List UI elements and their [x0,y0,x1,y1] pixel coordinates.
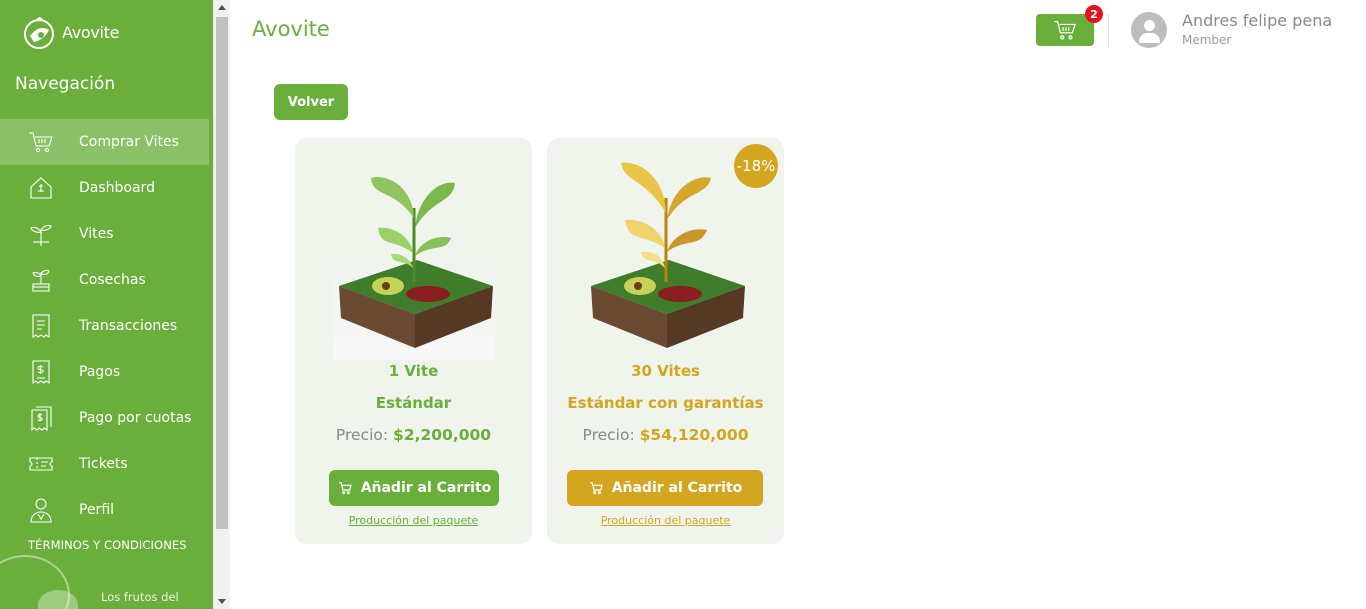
sidebar-item-label: Dashboard [79,180,155,196]
receipts-stack-icon [26,403,56,433]
vite-plant-image [333,177,495,360]
discount-badge: -18% [734,144,778,188]
sidebar-item-perfil[interactable]: Perfil [0,487,213,533]
house-icon [26,173,56,203]
product-price: $2,200,000 [393,426,492,444]
avatar[interactable] [1131,12,1167,48]
sidebar-item-cosechas[interactable]: Cosechas [0,257,213,303]
sprout-icon [26,219,56,249]
scroll-up-arrow-icon[interactable] [218,5,226,10]
add-to-cart-button[interactable]: Añadir al Carrito [329,470,499,506]
package-production-link[interactable]: Producción del paquete [547,514,784,527]
package-production-link[interactable]: Producción del paquete [295,514,532,527]
product-price-line: Precio: $54,120,000 [547,426,784,444]
decorative-leaf-fill [38,590,78,609]
harvest-icon [26,265,56,295]
sidebar-item-label: Vites [79,226,114,242]
ticket-icon [26,449,56,479]
price-label: Precio: [335,426,389,444]
product-price: $54,120,000 [639,426,749,444]
sidebar-item-label: Tickets [79,456,128,472]
header-divider [1108,14,1109,46]
nav-title: Navegación [15,74,116,94]
cart-icon [26,127,56,157]
price-label: Precio: [582,426,635,444]
product-card: 1 Vite Estándar Precio: $2,200,000 Añadi… [295,138,532,544]
terms-link[interactable]: TÉRMINOS Y CONDICIONES [28,538,187,552]
add-to-cart-button[interactable]: Añadir al Carrito [567,470,763,506]
cart-icon [1053,21,1076,40]
product-card: -18% 30 Vites Estándar con garantías Pre… [547,138,784,544]
vite-gold-plant-image [591,162,745,348]
product-quantity: 1 Vite [388,362,439,380]
sidebar-item-pagos[interactable]: Pagos [0,349,213,395]
product-type: Estándar con garantías [567,394,764,412]
avatar-body [1139,33,1160,43]
sidebar-item-dashboard[interactable]: Dashboard [0,165,213,211]
sidebar-item-vites[interactable]: Vites [0,211,213,257]
page-title: Avovite [252,17,330,41]
logo[interactable]: Avovite [22,12,120,52]
sidebar-scrollbar[interactable] [213,0,230,609]
sidebar-item-label: Transacciones [79,318,178,334]
user-name[interactable]: Andres felipe pena [1182,11,1332,30]
sidebar-tagline: Los frutos del [101,590,179,604]
sidebar-item-label: Comprar Vites [79,134,179,150]
product-quantity: 30 Vites [631,362,700,380]
cart-icon [589,482,603,495]
cart-count-badge: 2 [1085,5,1103,23]
add-to-cart-label: Añadir al Carrito [360,480,492,496]
cart-icon [338,482,352,495]
scroll-down-arrow-icon[interactable] [218,599,226,604]
sidebar-item-tickets[interactable]: Tickets [0,441,213,487]
product-price-line: Precio: $2,200,000 [295,426,532,444]
receipt-dollar-icon [26,357,56,387]
add-to-cart-label: Añadir al Carrito [611,480,743,496]
logo-text: Avovite [62,22,120,42]
nav-list: Comprar Vites Dashboard Vites Cosechas T… [0,119,213,533]
receipt-icon [26,311,56,341]
scroll-thumb[interactable] [216,17,228,529]
product-type: Estándar [375,394,452,412]
sidebar-item-pago-por-cuotas[interactable]: Pago por cuotas [0,395,213,441]
cart-button[interactable] [1036,14,1094,46]
sidebar-item-label: Pagos [79,364,121,380]
sidebar-item-label: Perfil [79,502,115,518]
sidebar-item-label: Cosechas [79,272,146,288]
sidebar-item-transacciones[interactable]: Transacciones [0,303,213,349]
user-icon [26,495,56,525]
avatar-head [1144,20,1155,31]
sidebar-item-label: Pago por cuotas [79,410,192,426]
user-role: Member [1182,33,1232,47]
sidebar-item-comprar-vites[interactable]: Comprar Vites [0,119,209,165]
back-button[interactable]: Volver [274,84,348,120]
sidebar: Avovite Navegación Comprar Vites Dashboa… [0,0,213,609]
avocado-logo-icon [24,17,54,49]
